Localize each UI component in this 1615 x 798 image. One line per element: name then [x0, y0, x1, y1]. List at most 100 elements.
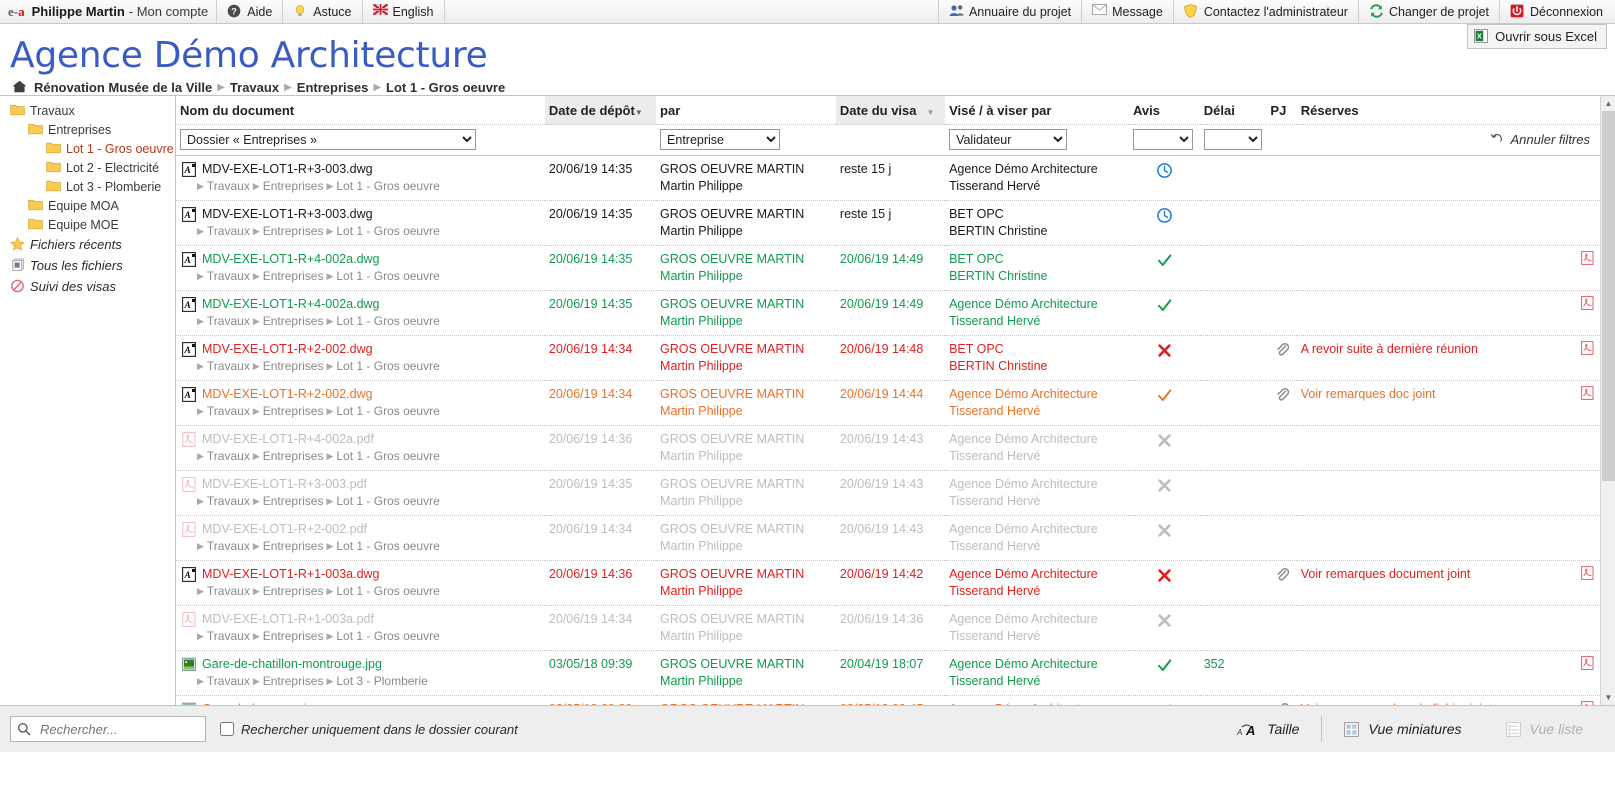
document-name-label[interactable]: MDV-EXE-LOT1-R+3-003.dwg — [202, 207, 373, 222]
pdf-download-icon[interactable] — [1581, 341, 1594, 359]
document-name[interactable]: AMDV-EXE-LOT1-R+1-003a.dwg — [182, 567, 541, 582]
column-header-delai[interactable]: Délai — [1200, 96, 1267, 125]
text-size-button[interactable]: AA Taille — [1214, 714, 1321, 744]
tip-menu-item[interactable]: Astuce — [283, 0, 362, 23]
pdf-download-icon[interactable] — [1581, 386, 1594, 404]
path-segment[interactable]: Travaux — [207, 584, 250, 599]
column-header-par[interactable]: par — [656, 96, 836, 125]
my-account-link[interactable]: - Mon compte — [129, 4, 208, 19]
column-header-avis[interactable]: Avis — [1129, 96, 1200, 125]
document-name[interactable]: AMDV-EXE-LOT1-R+2-002.dwg — [182, 387, 541, 402]
document-name-label[interactable]: MDV-EXE-LOT1-R+3-003.dwg — [202, 162, 373, 177]
path-segment[interactable]: Travaux — [207, 179, 250, 194]
path-segment[interactable]: Travaux — [207, 359, 250, 374]
sidebar-item-fichiers-recents[interactable]: Fichiers récents — [0, 234, 175, 255]
vise-filter-select[interactable]: Validateur — [949, 129, 1067, 150]
list-view-button[interactable]: Vue liste — [1484, 714, 1605, 744]
pdf-download-icon[interactable] — [1581, 251, 1594, 269]
table-row[interactable]: Gare-de-bagneux.jpg▶Travaux▶Entreprises▶… — [176, 696, 1600, 706]
document-name[interactable]: MDV-EXE-LOT1-R+2-002.pdf — [182, 522, 541, 537]
path-segment[interactable]: Lot 1 - Gros oeuvre — [336, 539, 439, 554]
table-row[interactable]: AMDV-EXE-LOT1-R+3-003.dwg▶Travaux▶Entrep… — [176, 201, 1600, 246]
path-segment[interactable]: Lot 1 - Gros oeuvre — [336, 314, 439, 329]
path-segment[interactable]: Entreprises — [263, 539, 324, 554]
path-segment[interactable]: Lot 1 - Gros oeuvre — [336, 179, 439, 194]
document-name[interactable]: AMDV-EXE-LOT1-R+2-002.dwg — [182, 342, 541, 357]
thumbnails-view-button[interactable]: Vue miniatures — [1322, 714, 1483, 744]
document-name-label[interactable]: MDV-EXE-LOT1-R+4-002a.dwg — [202, 252, 380, 267]
sidebar-item-equipe-moa[interactable]: Equipe MOA — [0, 196, 175, 215]
document-name-label[interactable]: MDV-EXE-LOT1-R+2-002.dwg — [202, 387, 373, 402]
sidebar-item-suivi-des-visas[interactable]: Suivi des visas — [0, 276, 175, 297]
contact-admin-menu-item[interactable]: Contactez l'administrateur — [1173, 0, 1358, 23]
document-name[interactable]: AMDV-EXE-LOT1-R+4-002a.dwg — [182, 252, 541, 267]
document-name[interactable]: AMDV-EXE-LOT1-R+3-003.dwg — [182, 207, 541, 222]
path-segment[interactable]: Travaux — [207, 224, 250, 239]
help-menu-item[interactable]: ? Aide — [216, 0, 283, 23]
path-segment[interactable]: Entreprises — [263, 404, 324, 419]
document-name[interactable]: AMDV-EXE-LOT1-R+4-002a.dwg — [182, 297, 541, 312]
app-logo[interactable]: e-a Philippe Martin - Mon compte — [0, 0, 216, 23]
logout-menu-item[interactable]: Déconnexion — [1499, 0, 1615, 23]
pdf-download-icon[interactable] — [1581, 296, 1594, 314]
path-segment[interactable]: Travaux — [207, 674, 250, 689]
path-segment[interactable]: Lot 1 - Gros oeuvre — [336, 449, 439, 464]
pdf-download-icon[interactable] — [1581, 566, 1594, 584]
table-row[interactable]: Gare-de-chatillon-montrouge.jpg▶Travaux▶… — [176, 651, 1600, 696]
document-name-label[interactable]: MDV-EXE-LOT1-R+1-003a.dwg — [202, 567, 380, 582]
path-segment[interactable]: Entreprises — [263, 269, 324, 284]
document-name-label[interactable]: Gare-de-chatillon-montrouge.jpg — [202, 657, 382, 672]
document-name-label[interactable]: Gare-de-bagneux.jpg — [202, 702, 320, 705]
search-current-folder-checkbox[interactable] — [220, 722, 234, 736]
breadcrumb-item-0[interactable]: Rénovation Musée de la Ville — [34, 80, 212, 95]
sidebar-item-equipe-moe[interactable]: Equipe MOE — [0, 215, 175, 234]
path-segment[interactable]: Lot 1 - Gros oeuvre — [336, 404, 439, 419]
table-row[interactable]: MDV-EXE-LOT1-R+4-002a.pdf▶Travaux▶Entrep… — [176, 426, 1600, 471]
folder-filter-select[interactable]: Dossier « Entreprises » — [180, 129, 476, 150]
attachment-icon[interactable] — [1275, 346, 1289, 360]
scroll-down-arrow[interactable]: ▼ — [1601, 690, 1615, 705]
search-box[interactable] — [10, 716, 206, 742]
breadcrumb-item-2[interactable]: Entreprises — [297, 80, 369, 95]
sidebar-item-lot3-plomberie[interactable]: Lot 3 - Plomberie — [0, 177, 175, 196]
path-segment[interactable]: Entreprises — [263, 494, 324, 509]
document-name[interactable]: MDV-EXE-LOT1-R+4-002a.pdf — [182, 432, 541, 447]
path-segment[interactable]: Entreprises — [263, 449, 324, 464]
path-segment[interactable]: Entreprises — [263, 179, 324, 194]
avis-filter-select[interactable] — [1133, 129, 1193, 150]
pdf-download-icon[interactable] — [1581, 701, 1594, 705]
path-segment[interactable]: Travaux — [207, 314, 250, 329]
path-segment[interactable]: Travaux — [207, 404, 250, 419]
document-name-label[interactable]: MDV-EXE-LOT1-R+2-002.dwg — [202, 342, 373, 357]
open-in-excel-button[interactable]: X Ouvrir sous Excel — [1467, 24, 1607, 49]
column-header-pj[interactable]: PJ — [1266, 96, 1296, 125]
path-segment[interactable]: Entreprises — [263, 224, 324, 239]
sidebar-item-travaux[interactable]: Travaux — [0, 101, 175, 120]
path-segment[interactable]: Travaux — [207, 449, 250, 464]
sidebar-item-lot2-electricite[interactable]: Lot 2 - Electricité — [0, 158, 175, 177]
path-segment[interactable]: Lot 1 - Gros oeuvre — [336, 584, 439, 599]
search-input[interactable] — [38, 721, 199, 738]
document-name-label[interactable]: MDV-EXE-LOT1-R+4-002a.dwg — [202, 297, 380, 312]
document-name[interactable]: Gare-de-chatillon-montrouge.jpg — [182, 657, 541, 672]
column-header-date-depot[interactable]: Date de dépôt▼ — [545, 96, 656, 125]
column-header-reserves[interactable]: Réserves — [1297, 96, 1600, 125]
path-segment[interactable]: Entreprises — [263, 584, 324, 599]
delai-filter-select[interactable] — [1204, 129, 1262, 150]
path-segment[interactable]: Travaux — [207, 539, 250, 554]
path-segment[interactable]: Lot 1 - Gros oeuvre — [336, 269, 439, 284]
scrollbar-thumb[interactable] — [1602, 111, 1615, 481]
path-segment[interactable]: Lot 1 - Gros oeuvre — [336, 224, 439, 239]
pdf-download-icon[interactable] — [1581, 656, 1594, 674]
path-segment[interactable]: Entreprises — [263, 674, 324, 689]
document-name[interactable]: AMDV-EXE-LOT1-R+3-003.dwg — [182, 162, 541, 177]
sidebar-item-lot1-gros-oeuvre[interactable]: Lot 1 - Gros oeuvre — [0, 139, 175, 158]
column-header-vise[interactable]: Visé / à viser par — [945, 96, 1129, 125]
search-current-folder-checkbox-wrapper[interactable]: Rechercher uniquement dans le dossier co… — [220, 722, 518, 737]
attachment-icon[interactable] — [1275, 571, 1289, 585]
table-row[interactable]: MDV-EXE-LOT1-R+3-003.pdf▶Travaux▶Entrepr… — [176, 471, 1600, 516]
document-name-label[interactable]: MDV-EXE-LOT1-R+3-003.pdf — [202, 477, 367, 492]
home-icon[interactable] — [12, 80, 27, 95]
sidebar-item-tous-les-fichiers[interactable]: Tous les fichiers — [0, 255, 175, 276]
path-segment[interactable]: Entreprises — [263, 314, 324, 329]
